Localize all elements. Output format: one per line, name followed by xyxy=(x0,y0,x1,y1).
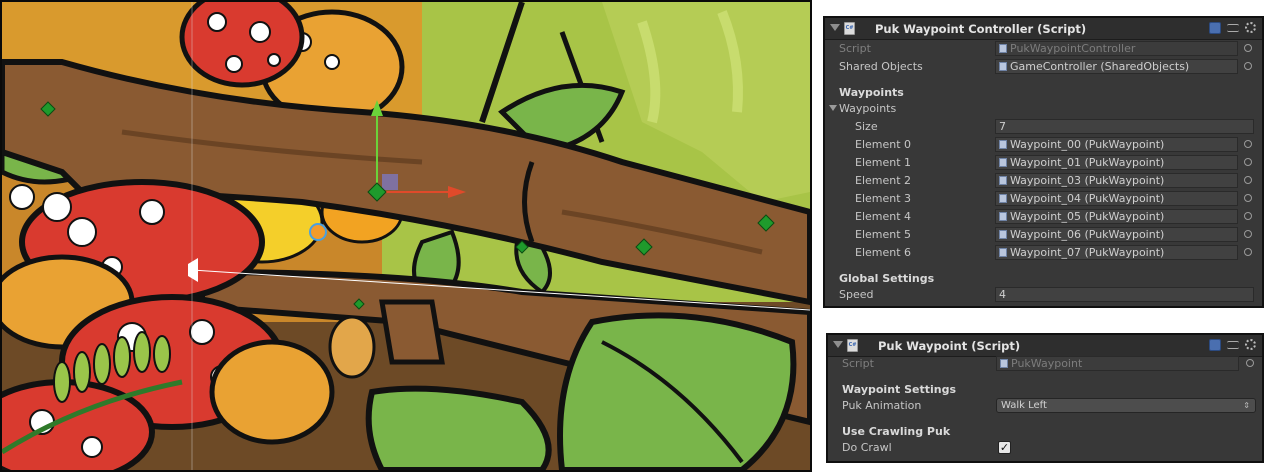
object-picker-icon[interactable] xyxy=(1244,158,1252,166)
waypoint-element-row: Element 3 Waypoint_04 (PukWaypoint) xyxy=(825,190,1262,208)
object-picker-icon[interactable] xyxy=(1246,359,1254,367)
light-icon[interactable] xyxy=(309,223,327,241)
element-object-field[interactable]: Waypoint_07 (PukWaypoint) xyxy=(995,245,1238,260)
script-icon: C# xyxy=(847,339,858,352)
script-field[interactable]: PukWaypoint xyxy=(996,356,1239,371)
script-object-icon xyxy=(999,248,1007,257)
script-object-icon xyxy=(999,176,1007,185)
object-picker-icon[interactable] xyxy=(1244,176,1252,184)
size-label: Size xyxy=(855,120,878,133)
gear-icon[interactable] xyxy=(1245,339,1256,350)
script-object-icon xyxy=(999,230,1007,239)
foldout-arrow-icon[interactable] xyxy=(829,105,837,111)
gear-icon[interactable] xyxy=(1245,22,1256,33)
element-label: Element 6 xyxy=(855,246,912,259)
element-label: Element 0 xyxy=(855,138,912,151)
element-label: Element 4 xyxy=(855,210,912,223)
element-label: Element 5 xyxy=(855,228,912,241)
script-row: Script PukWaypoint xyxy=(828,355,1262,373)
fold-arrow-icon[interactable] xyxy=(833,341,843,348)
waypoints-header: Waypoints xyxy=(839,86,904,99)
object-picker-icon[interactable] xyxy=(1244,230,1252,238)
waypoint-settings-header: Waypoint Settings xyxy=(842,383,957,396)
waypoint-element-row: Element 6 Waypoint_07 (PukWaypoint) xyxy=(825,244,1262,262)
array-size-row: Size 7 xyxy=(825,118,1262,136)
do-crawl-row: Do Crawl ✓ xyxy=(828,439,1262,457)
element-label: Element 2 xyxy=(855,174,912,187)
waypoint-element-row: Element 2 Waypoint_03 (PukWaypoint) xyxy=(825,172,1262,190)
shared-objects-row: Shared Objects GameController (SharedObj… xyxy=(825,58,1262,76)
animation-label: Puk Animation xyxy=(842,399,922,412)
waypoint-element-row: Element 1 Waypoint_01 (PukWaypoint) xyxy=(825,154,1262,172)
script-icon: C# xyxy=(844,22,855,35)
element-object-field[interactable]: Waypoint_06 (PukWaypoint) xyxy=(995,227,1238,242)
waypoint-element-row: Element 0 Waypoint_00 (PukWaypoint) xyxy=(825,136,1262,154)
component-title: Puk Waypoint (Script) xyxy=(878,339,1021,353)
gameobject-icon xyxy=(999,62,1007,71)
script-object-icon xyxy=(999,158,1007,167)
waypoint-controller-panel: C# Puk Waypoint Controller (Script) Scri… xyxy=(823,16,1264,308)
script-file-icon xyxy=(999,44,1007,53)
element-label: Element 1 xyxy=(855,156,912,169)
waypoints-foldout-label[interactable]: Waypoints xyxy=(839,102,896,115)
object-picker-icon[interactable] xyxy=(1244,140,1252,148)
shared-objects-field[interactable]: GameController (SharedObjects) xyxy=(995,59,1238,74)
object-picker-icon[interactable] xyxy=(1244,62,1252,70)
script-field[interactable]: PukWaypointController xyxy=(995,41,1238,56)
help-book-icon[interactable] xyxy=(1209,22,1221,34)
size-input[interactable]: 7 xyxy=(995,119,1254,134)
waypoint-element-row: Element 5 Waypoint_06 (PukWaypoint) xyxy=(825,226,1262,244)
speed-row: Speed 4 xyxy=(825,286,1262,304)
animation-dropdown[interactable]: Walk Left ⇕ xyxy=(996,398,1256,413)
script-label: Script xyxy=(839,42,871,55)
object-picker-icon[interactable] xyxy=(1244,248,1252,256)
scene-view[interactable] xyxy=(0,0,812,472)
do-crawl-checkbox[interactable]: ✓ xyxy=(998,441,1011,454)
object-picker-icon[interactable] xyxy=(1244,44,1252,52)
element-object-field[interactable]: Waypoint_04 (PukWaypoint) xyxy=(995,191,1238,206)
component-title: Puk Waypoint Controller (Script) xyxy=(875,22,1087,36)
element-label: Element 3 xyxy=(855,192,912,205)
object-picker-icon[interactable] xyxy=(1244,212,1252,220)
fold-arrow-icon[interactable] xyxy=(830,24,840,31)
script-file-icon xyxy=(1000,359,1008,368)
waypoint-panel: C# Puk Waypoint (Script) Script PukWaypo… xyxy=(826,333,1264,463)
element-object-field[interactable]: Waypoint_00 (PukWaypoint) xyxy=(995,137,1238,152)
help-book-icon[interactable] xyxy=(1209,339,1221,351)
speed-label: Speed xyxy=(839,288,874,301)
element-object-field[interactable]: Waypoint_01 (PukWaypoint) xyxy=(995,155,1238,170)
mushroom-cap xyxy=(179,2,305,88)
shared-objects-label: Shared Objects xyxy=(839,60,923,73)
dropdown-arrow-icon: ⇕ xyxy=(1243,401,1250,410)
preset-icon[interactable] xyxy=(1227,341,1239,349)
crawl-header: Use Crawling Puk xyxy=(842,425,951,438)
do-crawl-label: Do Crawl xyxy=(842,441,892,454)
waypoint-element-row: Element 4 Waypoint_05 (PukWaypoint) xyxy=(825,208,1262,226)
script-row: Script PukWaypointController xyxy=(825,40,1262,58)
script-label: Script xyxy=(842,357,874,370)
object-picker-icon[interactable] xyxy=(1244,194,1252,202)
global-settings-header: Global Settings xyxy=(839,272,935,285)
script-object-icon xyxy=(999,140,1007,149)
waypoints-foldout[interactable]: Waypoints xyxy=(825,100,1262,118)
speed-input[interactable]: 4 xyxy=(995,287,1254,302)
script-object-icon xyxy=(999,194,1007,203)
scene-artwork xyxy=(2,2,810,470)
element-object-field[interactable]: Waypoint_05 (PukWaypoint) xyxy=(995,209,1238,224)
preset-icon[interactable] xyxy=(1227,24,1239,32)
script-object-icon xyxy=(999,212,1007,221)
component-header[interactable]: C# Puk Waypoint Controller (Script) xyxy=(825,18,1262,40)
animation-row: Puk Animation Walk Left ⇕ xyxy=(828,397,1262,415)
element-object-field[interactable]: Waypoint_03 (PukWaypoint) xyxy=(995,173,1238,188)
component-header[interactable]: C# Puk Waypoint (Script) xyxy=(828,335,1262,357)
